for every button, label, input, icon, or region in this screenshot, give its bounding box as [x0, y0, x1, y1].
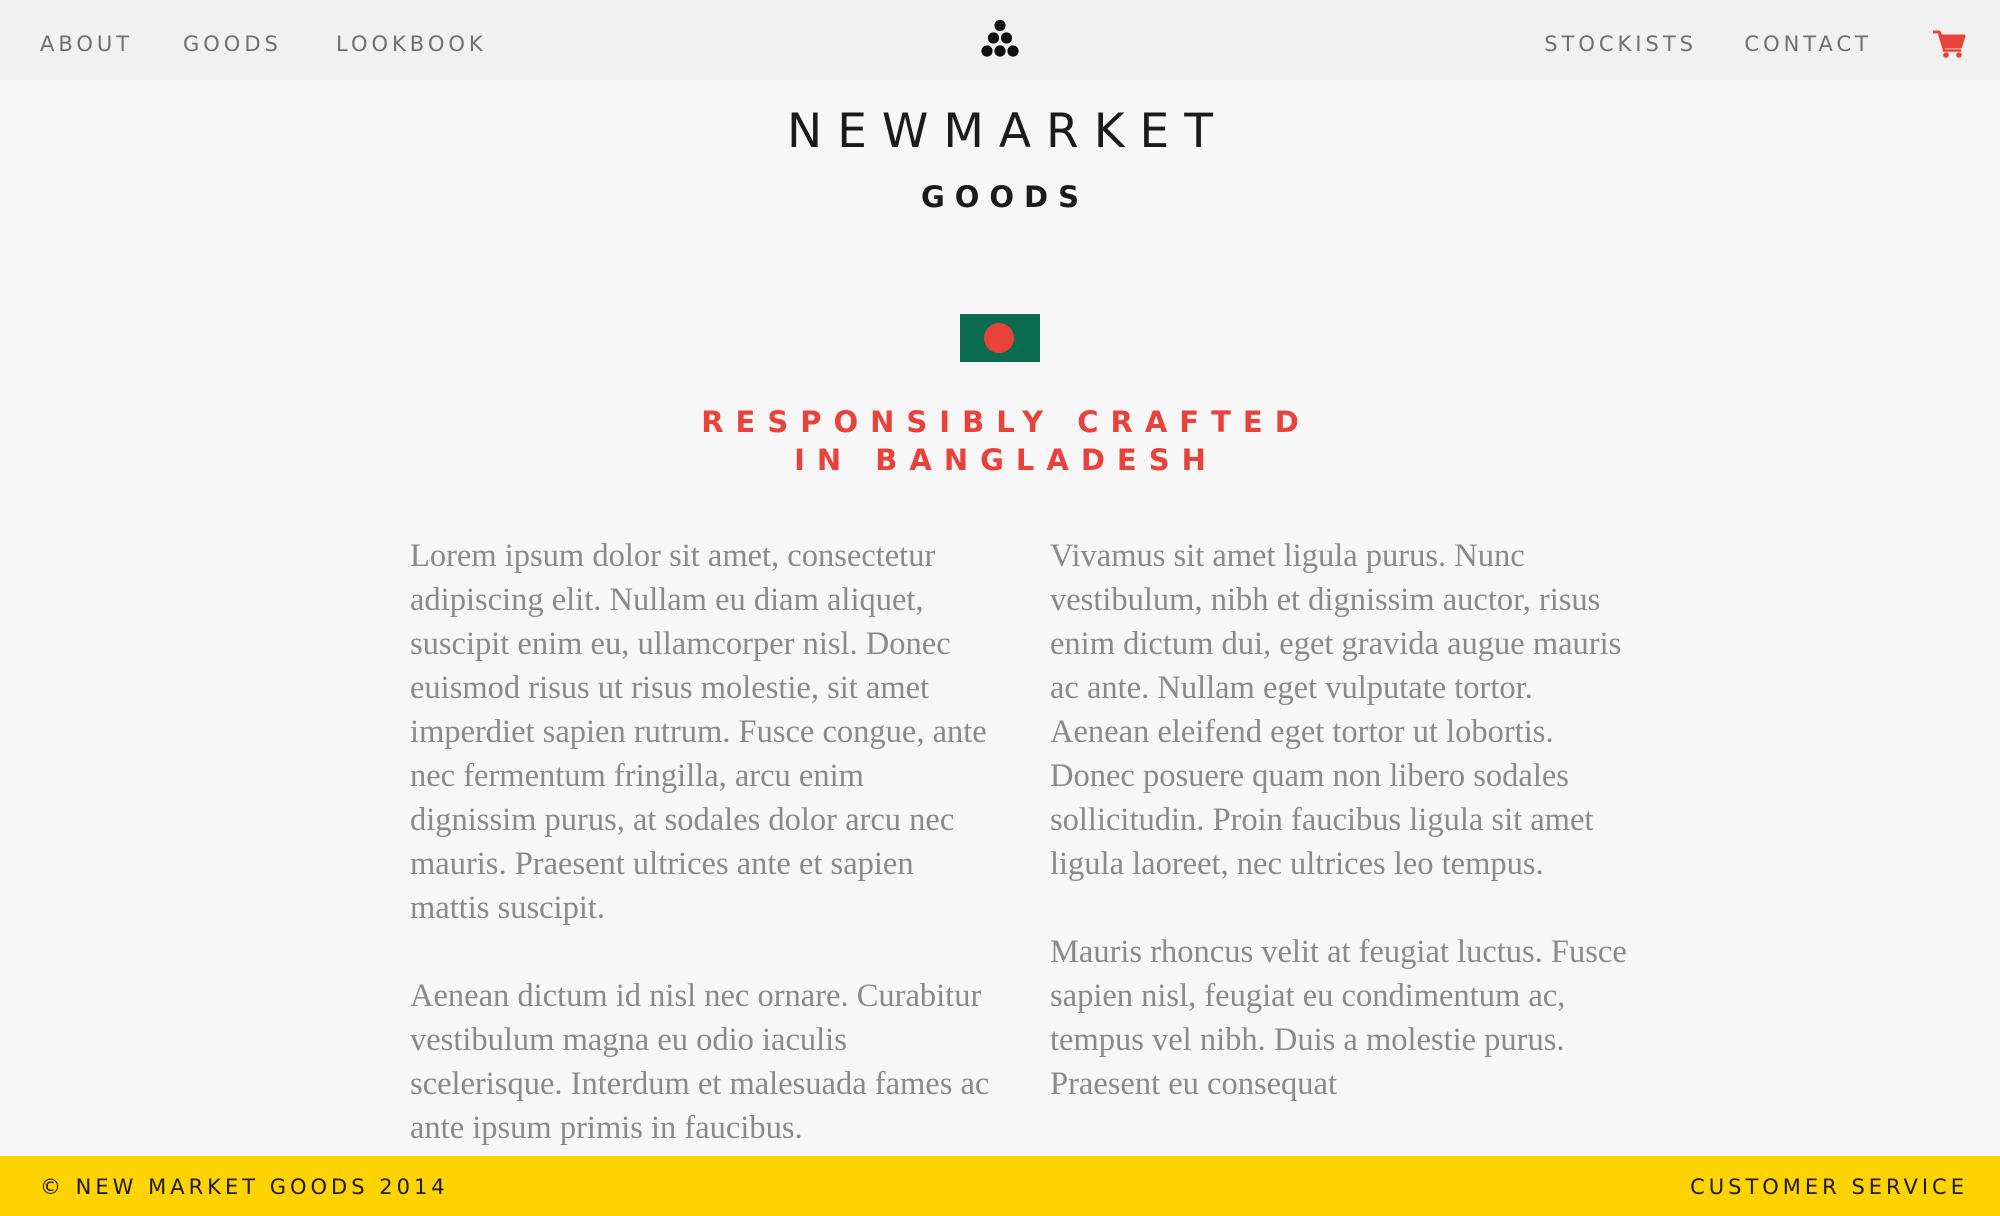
footer-bar: © NEW MARKET GOODS 2014 CUSTOMER SERVICE — [0, 1156, 2000, 1216]
customer-service-link[interactable]: CUSTOMER SERVICE — [1690, 1174, 1968, 1200]
shopping-cart-icon[interactable] — [1932, 30, 1966, 58]
brand-name: NEWMARKET — [787, 104, 1228, 159]
section-heading-line-1: RESPONSIBLY CRAFTED — [701, 405, 1311, 439]
content-column-right: Vivamus sit amet ligula purus. Nunc vest… — [1050, 534, 1630, 1150]
paragraph: Lorem ipsum dolor sit amet, consectetur … — [410, 538, 987, 926]
paragraph: Aenean dictum id nisl nec ornare. Curabi… — [410, 978, 990, 1146]
bangladesh-flag-icon — [960, 314, 1040, 362]
nav-link-stockists[interactable]: STOCKISTS — [1544, 31, 1697, 57]
top-navigation: ABOUT GOODS LOOKBOOK STOCKISTS CONTACT — [0, 0, 2000, 80]
nav-link-goods[interactable]: GOODS — [183, 31, 282, 57]
triangle-dots-logo-icon[interactable] — [978, 18, 1022, 62]
section-heading-line-2: IN BANGLADESH — [794, 443, 1218, 477]
content-column-left: Lorem ipsum dolor sit amet, consectetur … — [410, 534, 990, 1194]
brand-subtitle: GOODS — [920, 180, 1090, 214]
nav-link-about[interactable]: ABOUT — [40, 31, 133, 57]
paragraph: Mauris rhoncus velit at feugiat luctus. … — [1050, 934, 1627, 1102]
nav-link-lookbook[interactable]: LOOKBOOK — [336, 31, 487, 57]
nav-link-contact[interactable]: CONTACT — [1744, 31, 1872, 57]
copyright-text: © NEW MARKET GOODS 2014 — [40, 1175, 449, 1199]
paragraph: Vivamus sit amet ligula purus. Nunc vest… — [1050, 538, 1622, 882]
